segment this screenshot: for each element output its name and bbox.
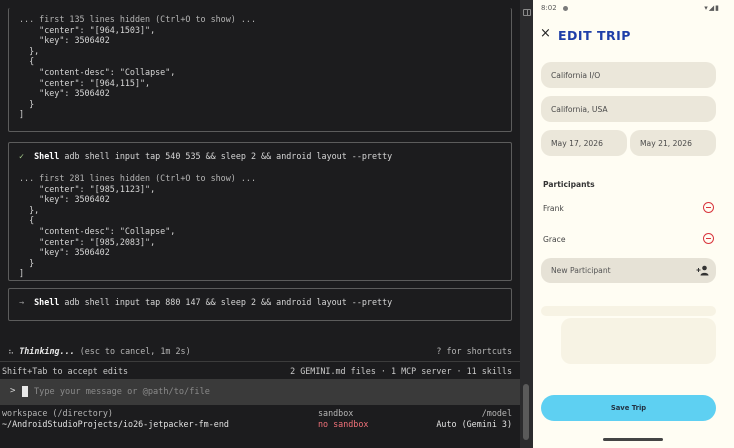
panel-toggle-icon[interactable] [523,9,531,16]
remove-participant-icon[interactable] [703,202,714,213]
input-placeholder: Type your message or @path/to/file [34,387,210,397]
tool-header: ✓ Shell adb shell input tap 540 535 && s… [19,149,501,163]
close-icon[interactable]: × [540,27,551,41]
workspace-path: ~/AndroidStudioProjects/io26-jetpacker-f… [2,419,229,429]
faded-card [561,318,716,364]
sandbox-info: sandbox no sandbox [318,408,368,430]
output-line: "center": "[985,1123]", [19,183,156,194]
thinking-status: ⠦ Thinking... (esc to cancel, 1m 2s) ? f… [8,345,512,357]
page-title: EDIT TRIP [558,28,631,43]
output-line: { [19,56,35,67]
context-summary: 2 GEMINI.md files · 1 MCP server · 11 sk… [290,366,512,376]
output-line: ] [19,109,25,120]
status-time: 8:02 [541,4,557,12]
output-line: "center": "[985,2083]", [19,236,156,247]
tool-name: Shell [34,297,60,307]
output-line: "key": 3506402 [19,247,110,258]
tool-command: adb shell input tap 540 535 && sleep 2 &… [64,151,393,161]
sandbox-value: no sandbox [318,419,369,429]
workspace-info: workspace (/directory) ~/AndroidStudioPr… [2,408,229,430]
output-line: ... first 281 lines hidden (Ctrl+O to sh… [19,173,256,183]
output-line: "content-desc": "Collapse", [19,66,176,77]
tool-name: Shell [34,151,60,161]
output-line: }, [19,204,40,215]
thinking-detail: (esc to cancel, 1m 2s) [79,346,191,356]
prompt-symbol: > [10,386,16,396]
new-participant-input[interactable]: New Participant [541,258,716,283]
tool-output-block-1: ... first 135 lines hidden (Ctrl+O to sh… [8,8,512,132]
sandbox-label: sandbox [318,408,354,418]
shortcuts-hint: ? for shortcuts [436,346,512,356]
participants-section: Participants Frank Grace New Participant [541,170,716,300]
panel-divider[interactable] [520,0,533,448]
output-line: "key": 3506402 [19,88,110,99]
start-date-field[interactable]: May 17, 2026 [541,130,627,156]
participant-row: Grace [543,232,718,248]
faded-card [541,306,716,316]
accept-edits-row: Shift+Tab to accept edits 2 GEMINI.md fi… [2,366,512,377]
accept-edits-hint: Shift+Tab to accept edits [2,366,129,376]
output-line: } [19,98,35,109]
spinner-icon: ⠦ [8,346,15,356]
tool-output-block-2: ✓ Shell adb shell input tap 540 535 && s… [8,142,512,281]
output-line: }, [19,45,40,56]
separator [0,361,520,362]
participant-row: Frank [543,201,718,217]
model-label: /model [481,408,512,418]
save-trip-button[interactable]: Save Trip [541,395,716,421]
new-participant-placeholder: New Participant [551,266,611,275]
tool-output-block-3: → Shell adb shell input tap 880 147 && s… [8,288,512,321]
output-line: "key": 3506402 [19,194,110,205]
model-value: Auto (Gemini 3) [436,419,512,429]
scrollbar-thumb[interactable] [523,384,529,440]
terminal-panel: ... first 135 lines hidden (Ctrl+O to sh… [0,0,520,448]
output-line: "content-desc": "Collapse", [19,225,176,236]
location-field[interactable]: California, USA [541,96,716,122]
remove-participant-icon[interactable] [703,233,714,244]
output-line: ... first 135 lines hidden (Ctrl+O to sh… [19,14,256,24]
workspace-label: workspace (/directory) [2,408,113,418]
output-line: ] [19,268,25,279]
message-input[interactable]: > Type your message or @path/to/file [0,379,520,405]
phone-status-bar: 8:02 ▾◢▮ [533,0,734,20]
check-icon: ✓ [19,151,25,161]
output-line: { [19,215,35,226]
participant-name: Grace [543,235,566,244]
add-person-icon[interactable] [696,265,710,276]
model-info: /model Auto (Gemini 3) [436,408,512,430]
output-line: "center": "[964,1503]", [19,24,156,35]
thinking-label: Thinking... [19,346,75,356]
home-indicator[interactable] [603,438,663,441]
notification-dot-icon [563,6,568,11]
signal-battery-icon: ▾◢▮ [704,4,720,12]
phone-screen: 8:02 ▾◢▮ × EDIT TRIP California I/O Cali… [533,0,734,448]
tool-command: adb shell input tap 880 147 && sleep 2 &… [64,297,393,307]
output-line: "center": "[964,115]", [19,77,151,88]
end-date-field[interactable]: May 21, 2026 [630,130,716,156]
output-line: "key": 3506402 [19,35,110,46]
participant-name: Frank [543,204,564,213]
participants-heading: Participants [543,180,595,189]
top-app-bar: × EDIT TRIP [533,20,734,52]
trip-name-field[interactable]: California I/O [541,62,716,88]
tool-header: → Shell adb shell input tap 880 147 && s… [19,295,501,309]
tool-output-lines: ... first 281 lines hidden (Ctrl+O to sh… [19,173,501,279]
arrow-right-icon: → [19,297,25,307]
output-line: } [19,257,35,268]
text-cursor [22,386,28,397]
